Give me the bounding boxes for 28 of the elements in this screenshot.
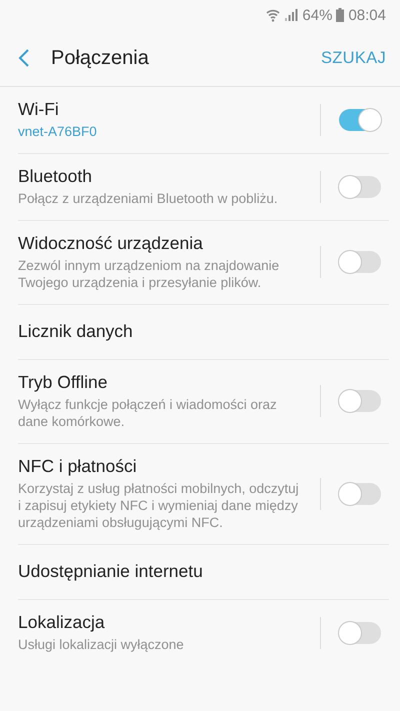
toggle-switch[interactable] bbox=[339, 622, 381, 644]
setting-description: Usługi lokalizacji wyłączone bbox=[18, 636, 185, 653]
toggle-switch[interactable] bbox=[339, 251, 381, 273]
screen-title: Połączenia bbox=[51, 46, 150, 70]
setting-title: Lokalizacja bbox=[18, 612, 106, 633]
toggle-switch[interactable] bbox=[339, 482, 381, 504]
battery-percent: 64% bbox=[302, 6, 332, 24]
setting-title: Wi-Fi bbox=[18, 99, 60, 120]
toggle-switch[interactable] bbox=[339, 390, 381, 412]
setting-title: Widoczność urządzenia bbox=[18, 233, 204, 254]
toggle-switch[interactable] bbox=[339, 176, 381, 198]
toggle-switch[interactable] bbox=[339, 108, 381, 130]
signal-icon bbox=[284, 8, 298, 22]
setting-title: Udostępnianie internetu bbox=[18, 561, 204, 582]
battery-icon bbox=[336, 8, 344, 22]
network-name: vnet-A76BF0 bbox=[18, 123, 98, 140]
clock: 08:04 bbox=[348, 6, 386, 24]
setting-description: Zezwól innym urządzeniom na znajdowanie Twojego urządzenia i przesyłanie plików. bbox=[18, 257, 280, 291]
back-icon bbox=[18, 48, 30, 68]
setting-title: Licznik danych bbox=[18, 321, 134, 342]
setting-description: Korzystaj z usług płatności mobilnych, odczytuj i zapisuj etykiety NFC i wymieniaj dane między urządzeniami obsługującymi NFC. bbox=[18, 480, 300, 531]
setting-description: Połącz z urządzeniami Bluetooth w pobliżu. bbox=[18, 190, 279, 207]
setting-title: Bluetooth bbox=[18, 166, 93, 187]
setting-title: NFC i płatności bbox=[18, 456, 138, 477]
setting-description: Wyłącz funkcje połączeń i wiadomości oraz dane komórkowe. bbox=[18, 396, 278, 430]
wifi-icon bbox=[266, 8, 280, 22]
setting-title: Tryb Offline bbox=[18, 372, 108, 393]
search-button[interactable]: SZUKAJ bbox=[320, 48, 386, 68]
